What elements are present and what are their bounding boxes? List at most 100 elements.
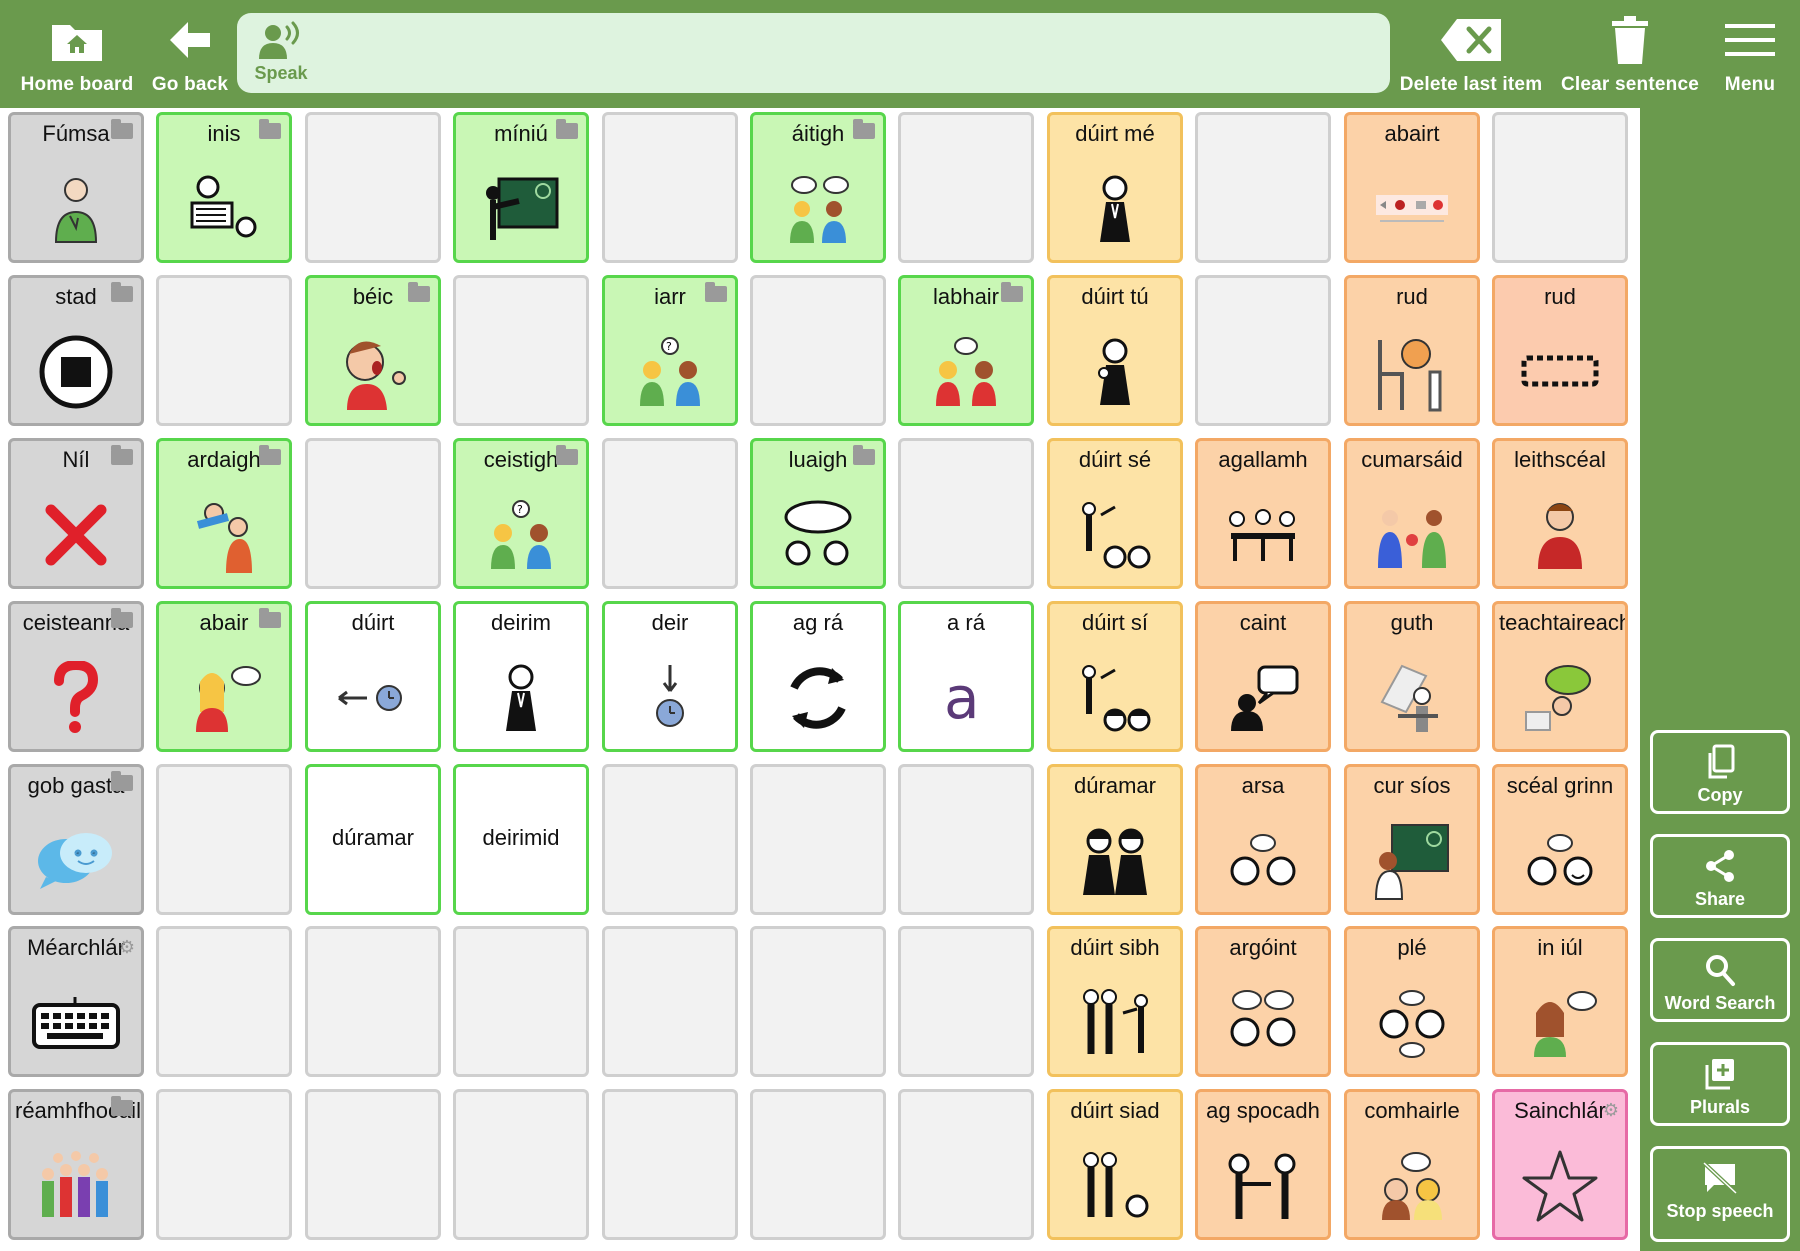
trash-icon xyxy=(1558,10,1702,70)
person-icon xyxy=(456,652,586,744)
cell-dúramar[interactable]: dúramar xyxy=(305,764,441,915)
empty-cell xyxy=(305,438,441,589)
cell-a-rá[interactable]: a rá a xyxy=(898,601,1034,752)
empty-cell xyxy=(898,764,1034,915)
cell-leithscéal[interactable]: leithscéal xyxy=(1492,438,1628,589)
keyboard-icon xyxy=(11,977,141,1069)
cell-míniú[interactable]: míniú xyxy=(453,112,589,263)
cell-áitigh[interactable]: áitigh xyxy=(750,112,886,263)
cell-cumarsáid[interactable]: cumarsáid xyxy=(1344,438,1480,589)
folder-icon xyxy=(556,445,578,465)
we-said-icon xyxy=(1050,815,1180,907)
apology-icon xyxy=(1495,489,1625,581)
plurals-button[interactable]: Plurals xyxy=(1650,1042,1790,1126)
cell-dúramar[interactable]: dúramar xyxy=(1047,764,1183,915)
cell-label: dúramar xyxy=(1074,773,1156,798)
cell-deirimid[interactable]: deirimid xyxy=(453,764,589,915)
cell-méarchlár[interactable]: Méarchlár ⚙ xyxy=(8,926,144,1077)
empty-cell xyxy=(156,926,292,1077)
cell-ardaigh[interactable]: ardaigh xyxy=(156,438,292,589)
stop-speech-button[interactable]: Stop speech xyxy=(1650,1146,1790,1242)
person-self-icon xyxy=(11,163,141,255)
cell-sainchlár[interactable]: Sainchlár ⚙ xyxy=(1492,1089,1628,1240)
cell-iarr[interactable]: iarr? xyxy=(602,275,738,426)
advice-icon xyxy=(1347,1140,1477,1232)
copy-button[interactable]: Copy xyxy=(1650,730,1790,814)
sentence-bar[interactable]: Speak xyxy=(237,13,1390,93)
cell-guth[interactable]: guth xyxy=(1344,601,1480,752)
clear-sentence-button[interactable]: Clear sentence xyxy=(1558,10,1702,102)
folder-icon xyxy=(111,771,133,791)
cell-dúirt-siad[interactable]: dúirt siad xyxy=(1047,1089,1183,1240)
cell-ag-rá[interactable]: ag rá xyxy=(750,601,886,752)
cell-abairt[interactable]: abairt xyxy=(1344,112,1480,263)
cell-dúirt-sibh[interactable]: dúirt sibh xyxy=(1047,926,1183,1077)
group-people-icon xyxy=(11,1140,141,1232)
past-arrow-icon xyxy=(308,652,438,744)
cell-gob-gasta[interactable]: gob gasta xyxy=(8,764,144,915)
cell-dúirt-sé[interactable]: dúirt sé xyxy=(1047,438,1183,589)
cell-dúirt-tú[interactable]: dúirt tú xyxy=(1047,275,1183,426)
cell-inis[interactable]: inis xyxy=(156,112,292,263)
cell-ag-spocadh[interactable]: ag spocadh xyxy=(1195,1089,1331,1240)
cell-teachtaireacht[interactable]: teachtaireacht xyxy=(1492,601,1628,752)
cell-dúirt[interactable]: dúirt xyxy=(305,601,441,752)
cell-label: teachtaireacht xyxy=(1499,610,1628,635)
cell-fúmsa[interactable]: Fúmsa xyxy=(8,112,144,263)
cell-labhair[interactable]: labhair xyxy=(898,275,1034,426)
cell-caint[interactable]: caint xyxy=(1195,601,1331,752)
cell-rud[interactable]: rud xyxy=(1492,275,1628,426)
cell-label: dúirt sé xyxy=(1078,447,1152,472)
joke-icon xyxy=(1495,815,1625,907)
magnifier-icon xyxy=(1653,947,1787,993)
cell-in-iúl[interactable]: in iúl xyxy=(1492,926,1628,1077)
cell-dúirt-sí[interactable]: dúirt sí xyxy=(1047,601,1183,752)
cell-agallamh[interactable]: agallamh xyxy=(1195,438,1331,589)
cell-label: scéal grinn xyxy=(1506,773,1614,798)
cell-deir[interactable]: deir xyxy=(602,601,738,752)
empty-cell xyxy=(898,112,1034,263)
cell-abair[interactable]: abair xyxy=(156,601,292,752)
cell-label: deir xyxy=(651,610,689,635)
home-board-button[interactable]: Home board xyxy=(14,10,140,102)
cell-ceistigh[interactable]: ceistigh? xyxy=(453,438,589,589)
cell-béic[interactable]: béic xyxy=(305,275,441,426)
cell-ceisteanna[interactable]: ceisteanna xyxy=(8,601,144,752)
folder-icon xyxy=(111,119,133,139)
cell-luaigh[interactable]: luaigh xyxy=(750,438,886,589)
cell-stad[interactable]: stad xyxy=(8,275,144,426)
tease-icon xyxy=(1198,1140,1328,1232)
go-back-button[interactable]: Go back xyxy=(146,10,234,102)
cell-argóint[interactable]: argóint xyxy=(1195,926,1331,1077)
speak-label: Speak xyxy=(254,63,308,83)
cell-níl[interactable]: Níl xyxy=(8,438,144,589)
cell-arsa[interactable]: arsa xyxy=(1195,764,1331,915)
mention-icon xyxy=(753,489,883,581)
cycle-icon xyxy=(753,652,883,744)
folder-icon xyxy=(259,608,281,628)
menu-button[interactable]: Menu xyxy=(1712,10,1788,102)
cell-réamhfhocail[interactable]: réamhfhocail xyxy=(8,1089,144,1240)
stop-speech-label: Stop speech xyxy=(1666,1201,1774,1221)
cell-label: ag spocadh xyxy=(1206,1098,1320,1123)
cell-deirim[interactable]: deirim xyxy=(453,601,589,752)
cell-scéal-grinn[interactable]: scéal grinn xyxy=(1492,764,1628,915)
cell-plé[interactable]: plé xyxy=(1344,926,1480,1077)
speak-button[interactable]: Speak xyxy=(251,19,311,84)
letter-a-icon: a xyxy=(901,652,1031,744)
cell-cur-síos[interactable]: cur síos xyxy=(1344,764,1480,915)
present-arrow-icon xyxy=(605,652,735,744)
empty-cell xyxy=(156,1089,292,1240)
cell-comhairle[interactable]: comhairle xyxy=(1344,1089,1480,1240)
menu-label: Menu xyxy=(1724,74,1776,95)
cell-rud[interactable]: rud xyxy=(1344,275,1480,426)
svg-text:?: ? xyxy=(666,340,672,353)
cell-dúirt-mé[interactable]: dúirt mé xyxy=(1047,112,1183,263)
home-board-label: Home board xyxy=(20,74,134,95)
svg-text:?: ? xyxy=(517,503,523,516)
share-button[interactable]: Share xyxy=(1650,834,1790,918)
say-icon xyxy=(159,652,289,744)
word-search-button[interactable]: Word Search xyxy=(1650,938,1790,1022)
empty-cell xyxy=(305,926,441,1077)
delete-last-item-button[interactable]: Delete last item xyxy=(1398,10,1544,102)
